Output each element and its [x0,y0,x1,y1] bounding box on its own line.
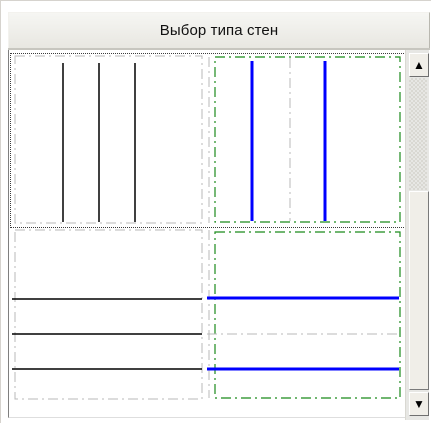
scrollbar-track[interactable] [409,78,427,190]
arrow-up-icon: ▲ [413,58,425,72]
scrollbar-thumb[interactable] [409,191,429,390]
wall-type-selector-panel: Выбор типа стен ▲ ▼ [0,0,431,423]
wall-type-option-vertical-thin[interactable] [12,53,206,225]
wall-type-option-vertical-thick[interactable] [207,53,403,225]
panel-title: Выбор типа стен [159,22,279,39]
wall-type-list[interactable] [8,50,405,418]
vertical-thin-walls-icon [14,55,203,224]
wall-type-option-horizontal-thick[interactable] [207,228,403,416]
vertical-scrollbar[interactable]: ▲ ▼ [405,50,429,420]
scroll-down-button[interactable]: ▼ [409,392,429,416]
horizontal-thin-walls-icon [12,229,203,400]
panel-title-bar: Выбор типа стен [8,12,430,49]
horizontal-thick-walls-icon [207,230,401,399]
scroll-up-button[interactable]: ▲ [409,53,429,77]
vertical-thick-walls-icon [208,56,401,223]
wall-type-option-horizontal-thin[interactable] [12,228,206,416]
arrow-down-icon: ▼ [413,397,425,411]
